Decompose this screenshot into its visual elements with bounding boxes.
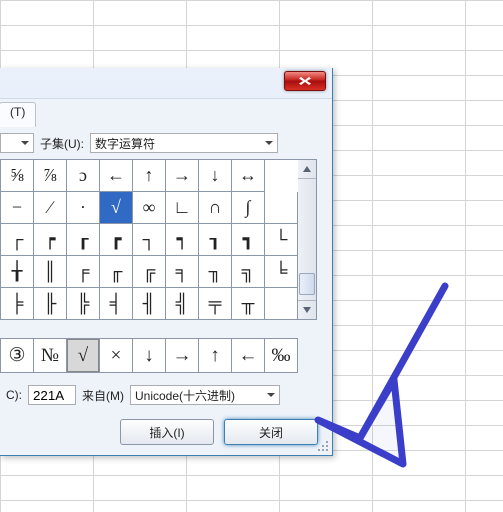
recent-symbol-cell[interactable]: ③	[1, 339, 34, 373]
symbol-grid: ⅝⅞ɔ←↑→↓↔ −∕∙√∞∟∩∫ ┌┍┎┏┐┑┒┓└ ╁║╒╓╔╕╖╗╘ ╞╟╠╡╢╣…	[0, 159, 298, 320]
symbol-cell[interactable]	[265, 288, 298, 320]
symbol-cell[interactable]: ┓	[232, 224, 265, 256]
recent-symbol-cell[interactable]: √	[67, 339, 100, 373]
symbol-dialog: (T) 子集(U): 数字运算符 ⅝⅞ɔ←↑→↓↔−∕∙√∞∟∩∫┌┍┎┏┐┑┒…	[0, 68, 333, 456]
symbol-cell[interactable]: ╞	[1, 288, 34, 320]
chevron-down-icon	[262, 386, 279, 404]
recent-symbol-cell[interactable]: ←	[232, 339, 265, 373]
close-button[interactable]: 关闭	[224, 419, 318, 445]
encoding-value: Unicode(十六进制)	[131, 387, 262, 404]
symbol-cell[interactable]: ╘	[265, 256, 298, 288]
font-dropdown[interactable]	[0, 133, 34, 153]
symbol-cell[interactable]: ┏	[100, 224, 133, 256]
symbol-cell[interactable]: −	[1, 192, 34, 224]
recent-symbol-cell[interactable]: ↓	[133, 339, 166, 373]
symbol-cell[interactable]: ┑	[166, 224, 199, 256]
subset-value: 数字运算符	[91, 135, 260, 152]
symbol-cell[interactable]: ┎	[67, 224, 100, 256]
symbol-cell[interactable]: ╟	[34, 288, 67, 320]
symbol-cell[interactable]: ┍	[34, 224, 67, 256]
symbol-cell[interactable]: ┌	[1, 224, 34, 256]
recent-symbol-cell[interactable]: ×	[100, 339, 133, 373]
symbol-cell[interactable]: ║	[34, 256, 67, 288]
filter-row: 子集(U): 数字运算符	[0, 131, 324, 155]
charcode-label: C):	[0, 388, 28, 402]
symbol-cell[interactable]: ╗	[232, 256, 265, 288]
symbol-cell[interactable]: ╢	[133, 288, 166, 320]
insert-button-label: 插入(I)	[149, 424, 184, 441]
recent-symbol-cell[interactable]: →	[166, 339, 199, 373]
tab-label: (T)	[10, 105, 25, 119]
symbol-cell[interactable]: ∟	[166, 192, 199, 224]
subset-dropdown[interactable]: 数字运算符	[90, 133, 278, 153]
insert-button[interactable]: 插入(I)	[120, 419, 214, 445]
symbol-cell[interactable]: √	[100, 192, 133, 224]
symbol-cell[interactable]: └	[265, 224, 298, 256]
chevron-down-icon	[303, 307, 311, 313]
scroll-thumb[interactable]	[299, 273, 315, 295]
symbol-cell[interactable]: ∩	[199, 192, 232, 224]
symbol-cell[interactable]: ╕	[166, 256, 199, 288]
scroll-down-button[interactable]	[298, 300, 316, 319]
symbol-cell[interactable]: ╖	[199, 256, 232, 288]
symbol-cell[interactable]: ∫	[232, 192, 265, 224]
chevron-down-icon	[16, 134, 33, 152]
window-close-button[interactable]	[284, 71, 326, 91]
recent-symbol-cell[interactable]: ↑	[199, 339, 232, 373]
from-label: 来自(M)	[76, 387, 130, 404]
symbol-cell[interactable]: ←	[100, 160, 133, 192]
symbol-cell[interactable]: →	[166, 160, 199, 192]
symbol-cell[interactable]	[265, 160, 298, 192]
symbol-cell[interactable]: ╣	[166, 288, 199, 320]
symbol-cell[interactable]: ╒	[67, 256, 100, 288]
resize-grip-icon	[317, 440, 329, 452]
symbol-cell[interactable]: ╤	[199, 288, 232, 320]
symbol-cell[interactable]: ╥	[232, 288, 265, 320]
chevron-up-icon	[303, 166, 311, 172]
chevron-down-icon	[260, 134, 277, 152]
recent-symbol-cell[interactable]: ‰	[265, 339, 298, 373]
charcode-input[interactable]	[28, 385, 76, 405]
symbol-cell[interactable]	[265, 192, 298, 224]
close-icon	[298, 76, 312, 86]
symbol-cell[interactable]: ╁	[1, 256, 34, 288]
symbol-cell[interactable]: ╡	[100, 288, 133, 320]
symbol-cell[interactable]: ↓	[199, 160, 232, 192]
symbol-cell[interactable]: ↑	[133, 160, 166, 192]
symbol-cell[interactable]: ╔	[133, 256, 166, 288]
dialog-titlebar[interactable]	[0, 68, 332, 98]
encoding-dropdown[interactable]: Unicode(十六进制)	[130, 385, 280, 405]
symbol-cell[interactable]: ↔	[232, 160, 265, 192]
recent-symbols: ③№√×↓→↑←‰	[0, 338, 324, 373]
scroll-track[interactable]	[298, 179, 316, 300]
close-button-label: 关闭	[259, 424, 283, 441]
symbol-cell[interactable]: ⅞	[34, 160, 67, 192]
grid-scrollbar[interactable]	[298, 159, 317, 320]
symbol-cell[interactable]: ɔ	[67, 160, 100, 192]
symbol-cell[interactable]: ∞	[133, 192, 166, 224]
symbol-cell[interactable]: ∙	[67, 192, 100, 224]
symbol-cell[interactable]: ┐	[133, 224, 166, 256]
recent-symbol-cell[interactable]: №	[34, 339, 67, 373]
symbol-cell[interactable]: ╠	[67, 288, 100, 320]
tab-special-chars[interactable]: (T)	[0, 102, 36, 127]
symbol-cell[interactable]: ┒	[199, 224, 232, 256]
subset-label: 子集(U):	[34, 135, 90, 152]
symbol-cell[interactable]: ⅝	[1, 160, 34, 192]
resize-grip[interactable]	[317, 440, 329, 452]
symbol-cell[interactable]: ╓	[100, 256, 133, 288]
symbol-cell[interactable]: ∕	[34, 192, 67, 224]
scroll-up-button[interactable]	[298, 160, 316, 179]
